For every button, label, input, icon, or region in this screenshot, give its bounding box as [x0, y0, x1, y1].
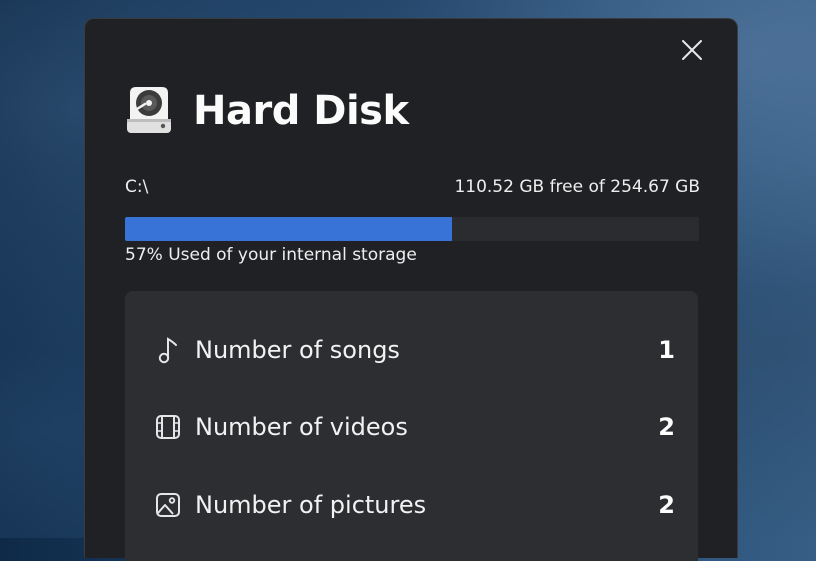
- music-note-icon: [155, 335, 185, 365]
- drive-info: C:\ 110.52 GB free of 254.67 GB: [125, 177, 700, 197]
- stat-row-videos: Number of videos 2: [155, 405, 675, 449]
- stat-value: 2: [658, 413, 675, 441]
- storage-usage-fill: [125, 217, 453, 241]
- hard-disk-dialog: Hard Disk C:\ 110.52 GB free of 254.67 G…: [84, 18, 738, 561]
- free-space-text: 110.52 GB free of 254.67 GB: [454, 177, 700, 197]
- used-storage-text: 57% Used of your internal storage: [125, 245, 417, 265]
- stat-label: Number of pictures: [195, 491, 427, 519]
- stat-value: 2: [658, 491, 675, 519]
- hard-disk-icon: [127, 87, 171, 133]
- stat-label: Number of videos: [195, 413, 408, 441]
- drive-letter: C:\: [125, 177, 149, 197]
- image-icon: [155, 490, 185, 520]
- dialog-title: Hard Disk: [193, 88, 409, 134]
- stat-label: Number of songs: [195, 336, 400, 364]
- stat-row-songs: Number of songs 1: [155, 328, 675, 372]
- close-button[interactable]: [677, 35, 707, 65]
- close-icon: [682, 40, 702, 60]
- film-icon: [155, 412, 185, 442]
- media-stats-card: Number of songs 1 Number of videos 2 Num…: [125, 291, 698, 561]
- stat-row-pictures: Number of pictures 2: [155, 483, 675, 527]
- stat-value: 1: [658, 336, 675, 364]
- dialog-header: Hard Disk: [123, 85, 409, 137]
- storage-usage-bar: [125, 217, 699, 241]
